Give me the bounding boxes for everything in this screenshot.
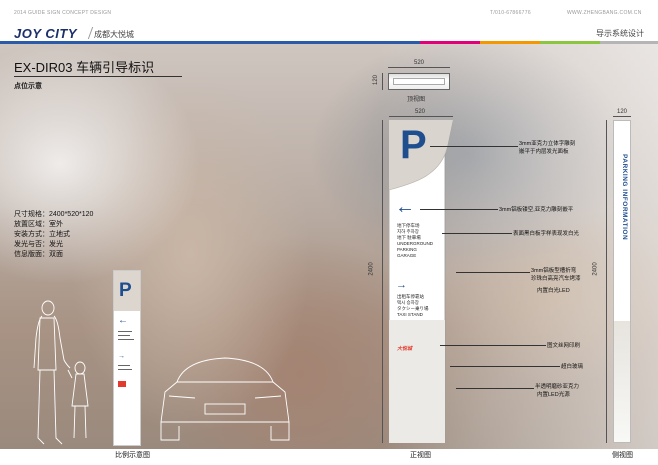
annotation-leader: [440, 345, 546, 346]
annotation-leader: [456, 388, 534, 389]
scale-sign-text-line: [118, 331, 132, 332]
top-view-caption: 顶视图: [407, 97, 426, 103]
scale-sign-p-letter: P: [119, 280, 132, 301]
annotation-text: 图文丝网印刷: [547, 343, 581, 349]
spec-item: 信息版面：双面: [14, 251, 63, 258]
front-arrow-right: →: [396, 279, 407, 291]
annotation-text: 表面黑白板字样表现发白光: [513, 231, 580, 237]
title-underline: [14, 76, 182, 77]
spec-item: 发光与否：发光: [14, 241, 63, 248]
front-width-line: [389, 116, 453, 117]
scale-sign-arrow-left: ←: [118, 315, 128, 326]
front-logo: 大悦城: [397, 346, 413, 352]
scale-sign-text-line: [118, 365, 130, 366]
page-title: EX-DIR03 车辆引导标识: [14, 60, 155, 75]
brand-subtitle: 成都大悦城: [94, 30, 134, 39]
annotation-text: 半透明磨砂亚克力: [535, 384, 580, 390]
side-caption: 侧视图: [612, 452, 633, 459]
scale-sign: P ← →: [113, 270, 141, 446]
person-silhouette: [33, 300, 89, 445]
front-arrow-left: ←: [395, 196, 415, 218]
color-stripe-seg: [540, 41, 600, 44]
header-phone: T/010-67866776: [490, 10, 531, 16]
front-height-label: 2400: [368, 262, 375, 276]
front-parking-text: 地下停车场 지하 주차장 地下 駐車場 UNDERGROUND PARKING …: [397, 223, 437, 259]
side-width-label: 120: [617, 109, 628, 115]
brand-divider: [79, 27, 94, 39]
annotation-text: 嵌平于内层发光面板: [519, 149, 569, 155]
scale-sign-text-line: [118, 335, 130, 336]
color-stripe-seg: [0, 41, 420, 44]
brand-logo: JOY CITY: [14, 26, 78, 41]
front-taxi-en: TAXI STAND: [397, 312, 423, 317]
top-view-depth-label: 120: [373, 74, 380, 86]
top-view-drawing: [388, 73, 450, 90]
front-taxi-text: 出租车停靠站 택시 승차장 タクシー乗り場 TAXI STAND: [397, 294, 429, 318]
top-view-width-line: [388, 67, 450, 68]
page-subtitle: 点位示意: [14, 83, 42, 90]
annotation-text: 内置LED光源: [537, 392, 570, 398]
header-small-left: 2014 GUIDE SIGN CONCEPT DESIGN: [14, 10, 112, 16]
system-title: 导示系统设计: [596, 29, 644, 38]
side-height-line: [606, 120, 607, 443]
annotation-leader: [456, 272, 530, 273]
front-parking-en: UNDERGROUND PARKING GARAGE: [397, 241, 433, 258]
top-view-inner: [393, 78, 445, 85]
side-height-label: 2400: [592, 262, 599, 276]
annotation-leader: [450, 366, 560, 367]
color-stripe-seg: [600, 41, 658, 44]
footer-bar: [0, 449, 658, 465]
top-view-depth-line: [382, 73, 383, 90]
annotation-text: 3mm亚克力立体字雕刻: [519, 141, 576, 147]
front-p-letter: P: [400, 123, 427, 167]
car-sketch: [160, 357, 290, 441]
annotation-leader: [442, 233, 512, 234]
annotation-text: 3mm铝板镂空,亚克力雕刻嵌平: [499, 207, 574, 213]
color-stripe-seg: [420, 41, 480, 44]
front-height-line: [382, 120, 383, 443]
color-stripe: [0, 41, 658, 44]
annotation-leader: [430, 146, 518, 147]
annotation-leader: [420, 209, 498, 210]
header-website: WWW.ZHENGBANG.COM.CN: [567, 10, 642, 16]
side-view-lower: [614, 321, 630, 442]
spec-item: 尺寸规格：2400*520*120: [14, 211, 94, 218]
top-view-width-label: 520: [414, 60, 425, 66]
scale-caption: 比例示意图: [115, 452, 150, 459]
front-width-label: 520: [415, 109, 426, 115]
annotation-text: 3mm铝板型槽折弯: [531, 268, 577, 274]
spec-list: 尺寸规格：2400*520*120 放置区域：室外 安装方式：立地式 发光与否：…: [14, 210, 93, 260]
spec-item: 安装方式：立地式: [14, 231, 70, 238]
annotation-text: 内置白光LED: [537, 288, 570, 294]
spec-item: 放置区域：室外: [14, 221, 63, 228]
annotation-text: 超白玻璃: [561, 364, 584, 370]
scale-sign-logo: [118, 381, 126, 387]
annotation-text: 珍珠白高亮汽车烤漆: [531, 276, 581, 282]
front-caption: 正视图: [410, 452, 431, 459]
scale-sign-arrow-right: →: [118, 353, 125, 360]
scale-sign-text-line: [118, 369, 132, 370]
scale-sign-text-line: [118, 339, 134, 340]
side-parking-information: PARKING INFORMATION: [621, 154, 628, 241]
color-stripe-seg: [480, 41, 540, 44]
side-width-line: [613, 116, 631, 117]
header-bar: 2014 GUIDE SIGN CONCEPT DESIGN T/010-678…: [0, 0, 658, 44]
